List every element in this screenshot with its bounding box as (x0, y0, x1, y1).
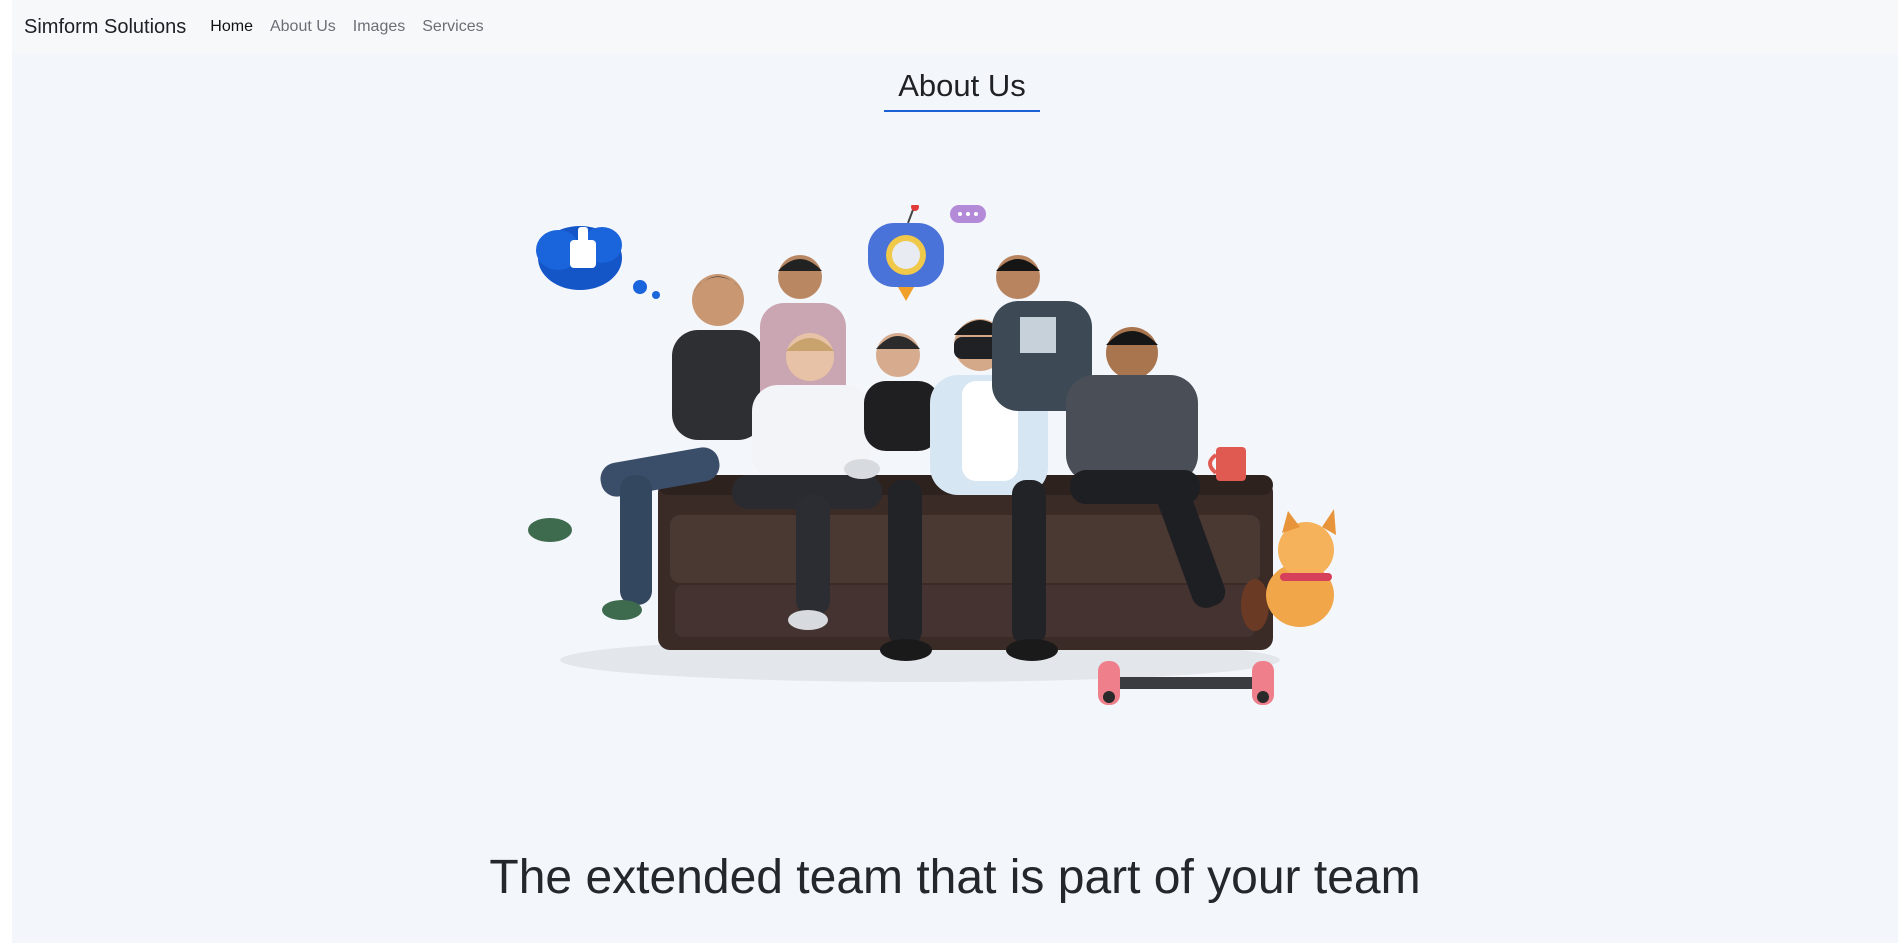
title-underline (884, 110, 1040, 112)
nav-link-home[interactable]: Home (210, 18, 253, 36)
nav-link-services[interactable]: Services (422, 18, 483, 36)
dog-figurine-icon (1266, 509, 1336, 627)
tagline: The extended team that is part of your t… (489, 851, 1421, 904)
thumbs-up-cloud-icon (536, 226, 660, 299)
robot-icon (868, 205, 986, 301)
nav-link-images[interactable]: Images (353, 18, 405, 36)
navbar: Simform Solutions Home About Us Images S… (12, 0, 1898, 54)
section-title: About Us (898, 68, 1026, 103)
brand-link[interactable]: Simform Solutions (24, 16, 186, 39)
team-photo (510, 205, 1390, 750)
page-background: Simform Solutions Home About Us Images S… (12, 0, 1898, 943)
nav-link-about-us[interactable]: About Us (270, 18, 336, 36)
